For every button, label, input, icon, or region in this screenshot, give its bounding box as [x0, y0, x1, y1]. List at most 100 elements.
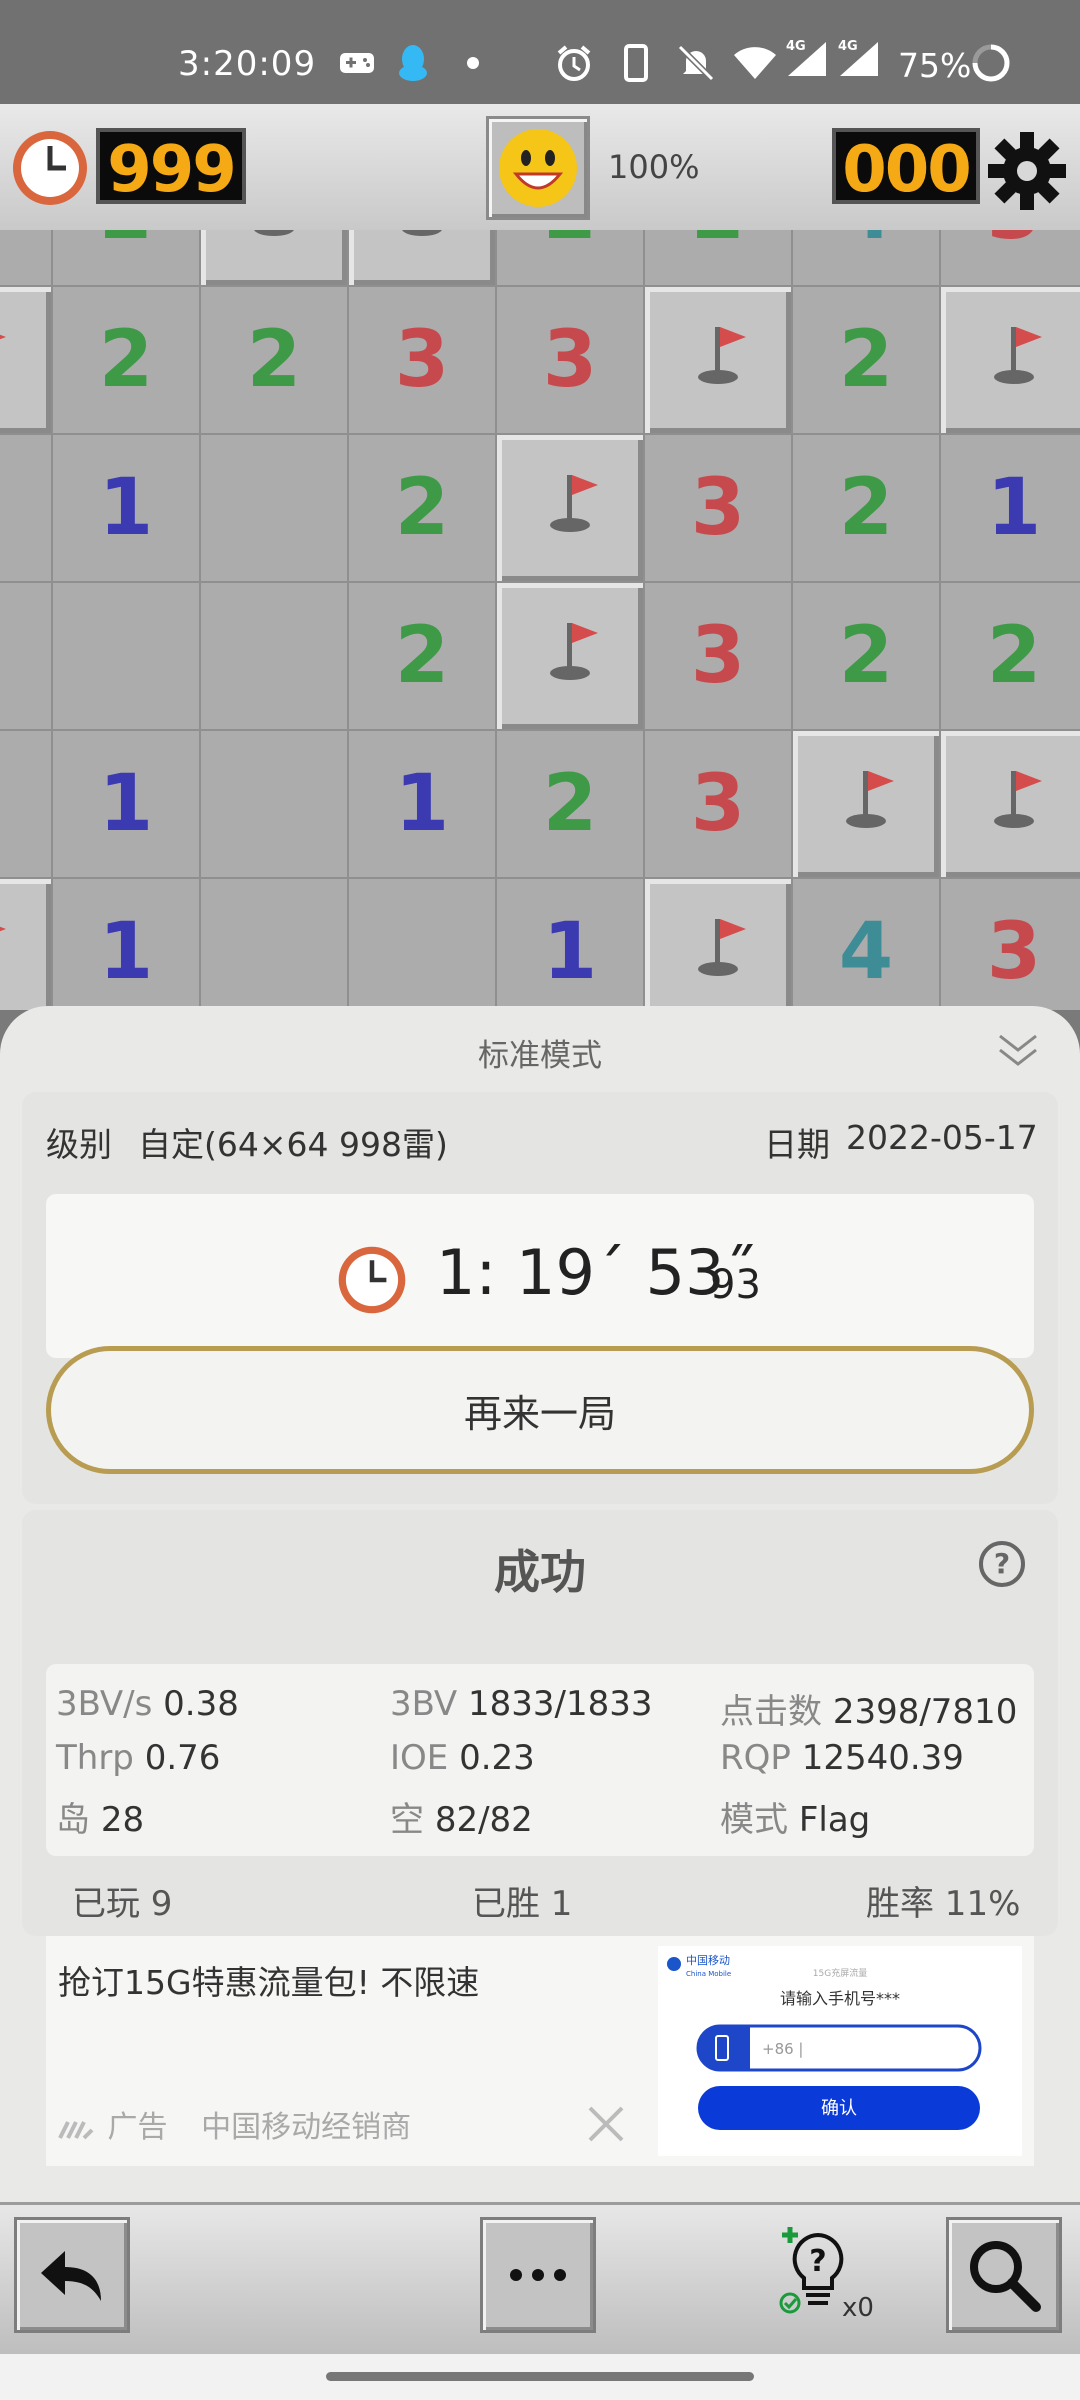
game-info-card: 级别 自定(64×64 998雷) 日期 2022-05-17 1: 19´ 5… [22, 1092, 1058, 1504]
number-cell[interactable]: 1 [348, 730, 496, 878]
search-button[interactable] [946, 2217, 1062, 2333]
clock-icon [10, 128, 90, 212]
number-cell[interactable]: 3 [644, 582, 792, 730]
number-cell[interactable]: 2 [792, 286, 940, 434]
empty-cell[interactable] [348, 878, 496, 1010]
number-cell[interactable]: 1 [52, 730, 200, 878]
status-time: 3:20:09 [178, 44, 317, 84]
date-label: 日期 [764, 1125, 830, 1164]
number-cell[interactable]: 2 [348, 434, 496, 582]
number-cell[interactable]: 2 [792, 434, 940, 582]
number-cell[interactable]: 2 [496, 730, 644, 878]
system-nav-bar [0, 2354, 1080, 2400]
flag-icon [382, 230, 462, 262]
number-cell[interactable]: 2 [792, 582, 940, 730]
number-cell[interactable]: 2 [200, 286, 348, 434]
stat-label: 3BV [390, 1684, 458, 1724]
search-icon [970, 2241, 1041, 2312]
ad-logo-icon [58, 2120, 94, 2139]
stat-rqp: 12540.39 [801, 1738, 964, 1778]
number-cell[interactable]: 3 [496, 286, 644, 434]
date-value: 2022-05-17 [846, 1118, 1038, 1157]
game-header: 999 100% 000 [0, 104, 1080, 233]
number-cell[interactable]: 2 [52, 230, 200, 286]
more-icon [510, 2269, 566, 2281]
empty-cell[interactable] [200, 878, 348, 1010]
ad-text: 抢订15G特惠流量包! 不限速 [58, 1963, 480, 2002]
number-cell[interactable]: 2 [0, 434, 52, 582]
hint-count: x0 [842, 2293, 874, 2323]
help-icon[interactable]: ? [978, 1540, 1026, 1588]
number-cell[interactable]: 4 [792, 230, 940, 286]
flagged-cell[interactable] [644, 878, 792, 1010]
collapse-chevron-icon[interactable] [996, 1030, 1040, 1070]
number-cell[interactable]: 2 [0, 582, 52, 730]
mine-counter: 000 [832, 128, 980, 207]
svg-text:?: ? [994, 1547, 1010, 1580]
number-cell[interactable]: 3 [644, 730, 792, 878]
empty-cell[interactable] [200, 434, 348, 582]
ad-creative: 中国移动 China Mobile 15G充屏流量 请输入手机号*** +86 … [658, 1946, 1022, 2156]
number-cell[interactable]: 3 [348, 286, 496, 434]
number-cell[interactable]: 2 [644, 230, 792, 286]
number-cell[interactable]: 2 [52, 286, 200, 434]
number-cell[interactable]: 3 [940, 230, 1080, 286]
stat-3bvs: 0.38 [163, 1684, 239, 1724]
reset-face-button[interactable] [486, 116, 590, 220]
minefield-board[interactable]: 1222432233221232122322211231143 [0, 230, 1080, 1010]
ad-close-icon[interactable] [586, 2104, 626, 2144]
flag-icon [678, 311, 758, 410]
games-played: 已玩 9 [72, 1884, 173, 1924]
games-won: 已胜 1 [472, 1884, 573, 1924]
empty-cell[interactable] [52, 582, 200, 730]
number-cell[interactable]: 1 [940, 434, 1080, 582]
flagged-cell[interactable] [940, 730, 1080, 878]
flagged-cell[interactable] [644, 286, 792, 434]
flagged-cell[interactable] [496, 434, 644, 582]
flagged-cell[interactable] [200, 230, 348, 286]
number-cell[interactable]: 2 [496, 230, 644, 286]
stat-3bv: 1833/1833 [467, 1684, 653, 1724]
stat-mode: Flag [798, 1800, 871, 1840]
number-cell[interactable]: 2 [348, 582, 496, 730]
flag-icon [678, 903, 758, 1002]
number-cell[interactable]: 3 [940, 878, 1080, 1010]
gamepad-icon [338, 46, 376, 80]
flagged-cell[interactable] [792, 730, 940, 878]
number-cell[interactable]: 1 [0, 230, 52, 286]
stat-clicks: 2398/7810 [832, 1692, 1018, 1732]
empty-cell[interactable] [200, 730, 348, 878]
ad-banner[interactable]: 抢订15G特惠流量包! 不限速 广告 中国移动经销商 中国移动 China Mo… [46, 1936, 1034, 2166]
undo-button[interactable] [14, 2217, 130, 2333]
flagged-cell[interactable] [348, 230, 496, 286]
number-cell[interactable]: 3 [644, 434, 792, 582]
mute-bell-icon [676, 44, 716, 82]
more-button[interactable] [480, 2217, 596, 2333]
stats-card: 成功 ? 3BV/s 0.38 3BV 1833/1833 点击数 2398/7… [22, 1510, 1058, 1936]
number-cell[interactable]: 2 [940, 582, 1080, 730]
number-cell[interactable]: 4 [792, 878, 940, 1010]
flagged-cell[interactable] [940, 286, 1080, 434]
number-cell[interactable]: 1 [496, 878, 644, 1010]
number-cell[interactable]: 1 [52, 878, 200, 1010]
signal-icon: 4G [784, 39, 830, 76]
hint-button[interactable]: ? x0 [778, 2225, 888, 2335]
flagged-cell[interactable] [496, 582, 644, 730]
stat-label: Thrp [56, 1738, 134, 1778]
stat-thrp: 0.76 [144, 1738, 221, 1778]
elapsed-time: 1: 19´ 53˝ [436, 1236, 756, 1309]
ad-image[interactable]: 中国移动 China Mobile 15G充屏流量 请输入手机号*** +86 … [658, 1946, 1022, 2156]
flag-icon [974, 755, 1054, 854]
number-cell[interactable]: 2 [0, 730, 52, 878]
flagged-cell[interactable] [0, 878, 52, 1010]
empty-cell[interactable] [200, 582, 348, 730]
flagged-cell[interactable] [0, 286, 52, 434]
number-cell[interactable]: 1 [52, 434, 200, 582]
battery-text: 75% [898, 46, 972, 85]
flag-icon [234, 230, 314, 262]
level-label: 级别 [46, 1125, 112, 1164]
play-again-button[interactable]: 再来一局 [46, 1346, 1034, 1474]
status-bar: 3:20:09 4G 4G 75% [0, 0, 1080, 104]
home-gesture-pill[interactable] [326, 2372, 754, 2381]
settings-gear-icon[interactable] [986, 130, 1068, 216]
